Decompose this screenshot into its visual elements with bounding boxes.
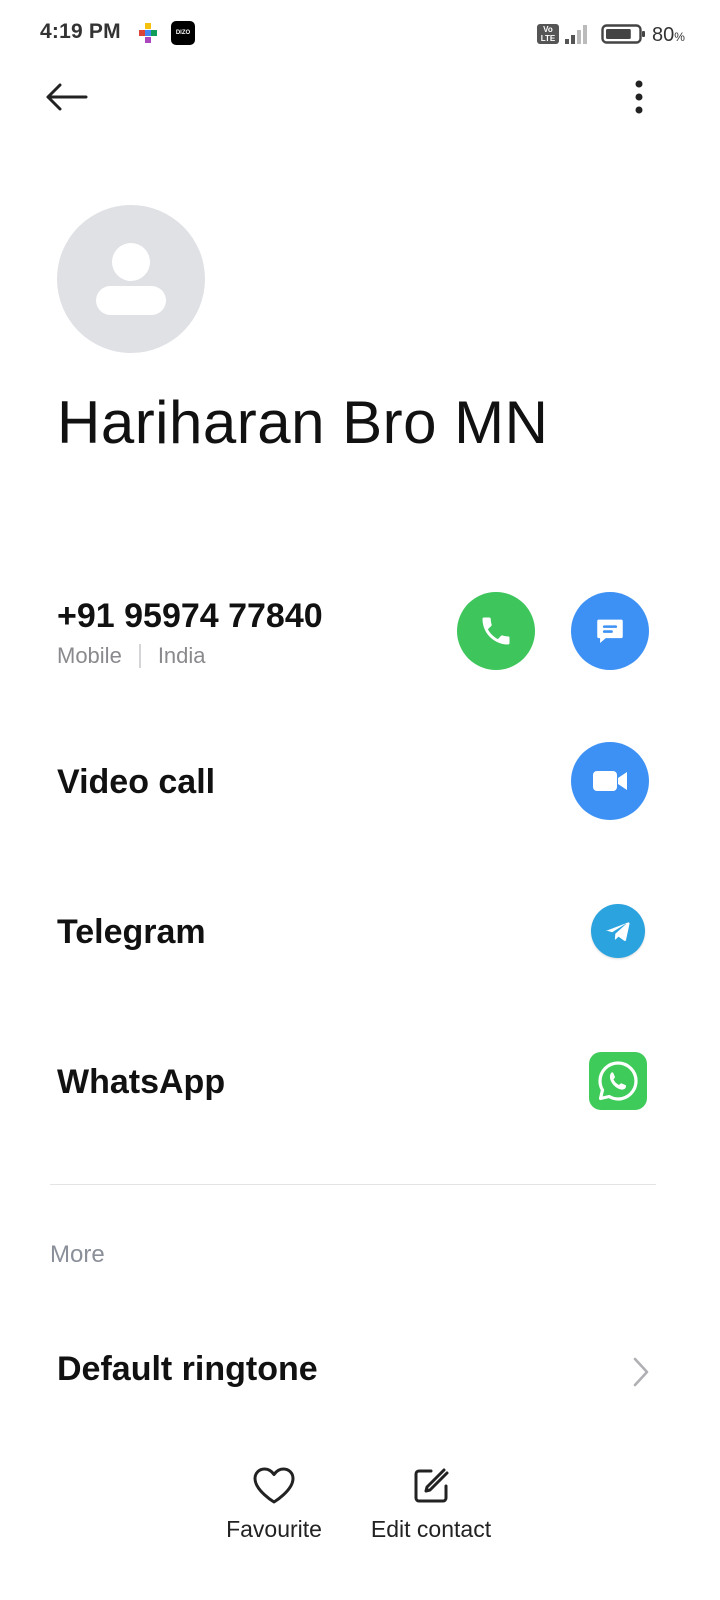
more-options-button[interactable] (614, 70, 664, 124)
person-placeholder-icon (96, 243, 166, 315)
video-call-label[interactable]: Video call (57, 763, 215, 802)
telegram-button[interactable] (591, 904, 645, 958)
chevron-right-icon (633, 1357, 649, 1387)
default-ringtone-row[interactable]: Default ringtone (0, 1330, 720, 1414)
message-icon (597, 619, 623, 644)
phone-meta: Mobile India (57, 643, 206, 669)
volte-icon: Vo LTE (537, 24, 559, 44)
meta-separator (138, 644, 141, 668)
phone-country: India (157, 643, 206, 668)
telegram-label[interactable]: Telegram (57, 913, 206, 952)
edit-contact-label: Edit contact (370, 1516, 492, 1542)
favourite-label: Favourite (226, 1516, 322, 1542)
phone-type: Mobile (57, 643, 122, 668)
whatsapp-icon (598, 1061, 638, 1101)
heart-icon (253, 1467, 295, 1504)
call-button[interactable] (457, 592, 535, 670)
dizo-icon: DIZO (171, 21, 195, 45)
signal-icon (565, 25, 587, 44)
contact-name: Hariharan Bro MN (57, 389, 549, 456)
whatsapp-button[interactable] (589, 1052, 647, 1110)
section-divider (50, 1184, 656, 1185)
phone-icon (482, 617, 510, 645)
favourite-button[interactable]: Favourite (214, 1466, 334, 1556)
telegram-icon (605, 922, 630, 942)
status-time: 4:19 PM (40, 20, 121, 43)
phone-number[interactable]: +91 95974 77840 (57, 597, 323, 636)
arrow-left-icon (46, 83, 88, 111)
video-camera-icon (593, 771, 627, 791)
ringtone-label: Default ringtone (57, 1350, 318, 1388)
message-button[interactable] (571, 592, 649, 670)
more-vertical-icon (635, 80, 643, 114)
video-call-button[interactable] (571, 742, 649, 820)
edit-contact-button[interactable]: Edit contact (361, 1466, 501, 1556)
whatsapp-label[interactable]: WhatsApp (57, 1063, 225, 1102)
edit-icon (414, 1468, 449, 1503)
back-button[interactable] (36, 70, 96, 124)
battery-percent: 80% (652, 24, 685, 46)
battery-icon (601, 24, 645, 44)
more-section-title: More (50, 1241, 105, 1268)
avatar[interactable] (57, 205, 205, 353)
colorful-app-icon (139, 23, 157, 43)
